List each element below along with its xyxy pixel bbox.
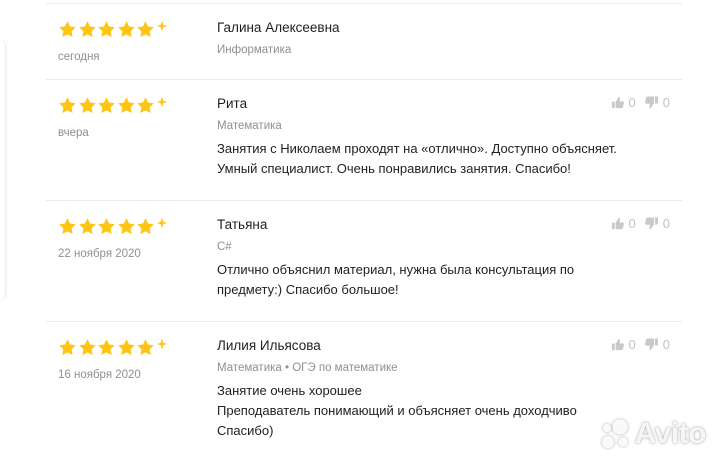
review-date: 16 ноября 2020 bbox=[58, 369, 141, 381]
review-subject: Информатика bbox=[217, 44, 292, 56]
star-icon bbox=[137, 20, 154, 37]
rating-stars bbox=[58, 336, 208, 358]
star-icon bbox=[78, 338, 96, 355]
thumbs-up-icon bbox=[611, 96, 624, 109]
review-text-line: Отлично объяснил материал, нужна была ко… bbox=[217, 262, 575, 277]
dislike-button[interactable]: 0 bbox=[644, 337, 670, 352]
reviews-list: сегодня Галина Алексеевна Информатика вч… bbox=[46, 4, 682, 460]
review-body: Галина Алексеевна Информатика bbox=[217, 20, 682, 56]
review-votes: 0 0 bbox=[611, 216, 670, 231]
rating-stars bbox=[58, 94, 208, 116]
avito-watermark: Avito bbox=[598, 417, 707, 451]
star-icon bbox=[78, 20, 96, 37]
dislike-button[interactable]: 0 bbox=[644, 95, 670, 110]
review-votes: 0 0 bbox=[611, 95, 670, 110]
rating-stars bbox=[58, 18, 208, 40]
review-date: 22 ноября 2020 bbox=[58, 248, 141, 260]
sparkle-icon bbox=[156, 217, 167, 229]
like-count: 0 bbox=[628, 337, 636, 352]
star-icon bbox=[117, 217, 135, 234]
dislike-count: 0 bbox=[662, 337, 670, 352]
thumbs-up-icon bbox=[611, 338, 624, 351]
star-icon bbox=[78, 217, 96, 234]
star-icon bbox=[78, 96, 96, 113]
like-count: 0 bbox=[628, 216, 636, 231]
review-subject: Математика bbox=[217, 120, 282, 132]
thumbs-down-icon bbox=[644, 96, 658, 109]
review-text-line: Занятия с Николаем проходят на «отлично»… bbox=[217, 141, 617, 156]
star-icon bbox=[137, 338, 154, 355]
review-text-line: Умный специалист. Очень понравились заня… bbox=[217, 161, 571, 176]
dislike-count: 0 bbox=[662, 95, 670, 110]
star-icon bbox=[59, 20, 76, 37]
sparkle-icon bbox=[156, 96, 167, 108]
review-author: Галина Алексеевна bbox=[217, 20, 340, 35]
star-icon bbox=[59, 338, 76, 355]
review-date: вчера bbox=[58, 127, 89, 139]
review-text-line: предмету:) Спасибо большое! bbox=[217, 282, 399, 297]
star-icon bbox=[98, 96, 115, 113]
star-icon bbox=[98, 338, 115, 355]
like-count: 0 bbox=[628, 95, 636, 110]
thumbs-up-icon bbox=[611, 217, 624, 230]
review-meta: вчера bbox=[58, 94, 208, 139]
review-text: Отлично объяснил материал, нужна была ко… bbox=[217, 260, 682, 300]
thumbs-down-icon bbox=[644, 338, 658, 351]
star-icon bbox=[98, 217, 115, 234]
star-icon bbox=[98, 20, 115, 37]
sparkle-icon bbox=[156, 338, 167, 350]
dislike-count: 0 bbox=[662, 216, 670, 231]
review-card: 16 ноября 2020 Лилия Ильясова Математика… bbox=[46, 322, 682, 460]
review-meta: сегодня bbox=[58, 18, 208, 63]
review-text: Занятия с Николаем проходят на «отлично»… bbox=[217, 139, 682, 179]
watermark-text: Avito bbox=[634, 417, 707, 450]
avito-logo-icon bbox=[601, 419, 628, 448]
review-card: 22 ноября 2020 Татьяна C# Отлично объясн… bbox=[46, 201, 682, 322]
dislike-button[interactable]: 0 bbox=[644, 216, 670, 231]
like-button[interactable]: 0 bbox=[611, 337, 636, 352]
review-meta: 22 ноября 2020 bbox=[58, 215, 208, 260]
rating-stars bbox=[58, 215, 208, 237]
side-panel-edge bbox=[0, 40, 6, 300]
like-button[interactable]: 0 bbox=[611, 95, 636, 110]
star-icon bbox=[137, 217, 154, 234]
star-icon bbox=[137, 96, 154, 113]
star-icon bbox=[117, 96, 135, 113]
review-votes: 0 0 bbox=[611, 337, 670, 352]
review-date: сегодня bbox=[58, 51, 100, 63]
review-subject: Математика • ОГЭ по математике bbox=[217, 362, 398, 374]
sparkle-icon bbox=[156, 20, 167, 32]
review-meta: 16 ноября 2020 bbox=[58, 336, 208, 381]
review-subject: C# bbox=[217, 241, 232, 253]
review-card: вчера Рита Математика Занятия с Николаем… bbox=[46, 80, 682, 201]
star-icon bbox=[59, 217, 76, 234]
star-icon bbox=[117, 338, 135, 355]
star-icon bbox=[117, 20, 135, 37]
review-text-line: Занятие очень хорошее bbox=[217, 383, 362, 398]
like-button[interactable]: 0 bbox=[611, 216, 636, 231]
review-card: сегодня Галина Алексеевна Информатика bbox=[46, 4, 682, 80]
star-icon bbox=[59, 96, 76, 113]
thumbs-down-icon bbox=[644, 217, 658, 230]
